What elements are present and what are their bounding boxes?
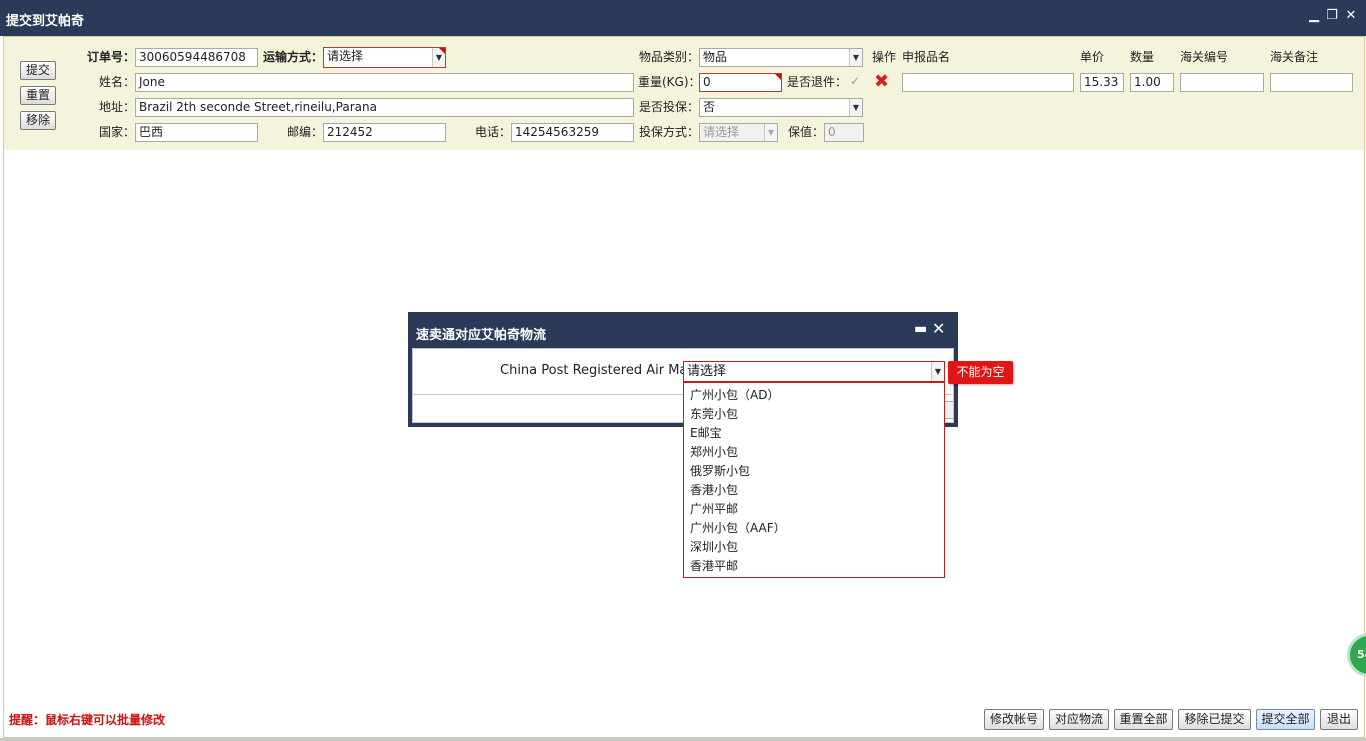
- col-declare-name-header: 申报品名: [902, 50, 951, 64]
- return-checkbox[interactable]: ✓: [850, 75, 863, 88]
- insure-select[interactable]: 否 ▼: [699, 98, 863, 117]
- phone-label: 电话：: [475, 125, 512, 139]
- order-no-field[interactable]: 30060594486708: [135, 48, 258, 67]
- col-op-header: 操作: [872, 50, 897, 64]
- insure-select-value: 否: [703, 100, 716, 114]
- china-post-label: China Post Registered Air Mail:: [500, 363, 699, 378]
- dropdown-option[interactable]: 广州平邮: [690, 500, 738, 518]
- remove-button[interactable]: 移除: [20, 111, 56, 130]
- name-field[interactable]: Jone: [135, 73, 634, 92]
- col-unit-price-header: 单价: [1080, 50, 1105, 64]
- logistics-dropdown-list: 广州小包（AD） 东莞小包 E邮宝 郑州小包 俄罗斯小包 香港小包 广州平邮 广…: [683, 382, 945, 578]
- category-select-value: 物品: [703, 50, 728, 64]
- country-field[interactable]: 巴西: [135, 123, 258, 142]
- logistics-select-value: 请选择: [687, 364, 727, 379]
- unit-price-field[interactable]: 15.33: [1080, 73, 1124, 92]
- dropdown-option[interactable]: 俄罗斯小包: [690, 462, 750, 480]
- dropdown-option[interactable]: 东莞小包: [690, 405, 738, 423]
- address-field[interactable]: Brazil 2th seconde Street,rineilu,Parana: [135, 98, 634, 117]
- dropdown-option[interactable]: 香港小包: [690, 481, 738, 499]
- submit-all-button[interactable]: 提交全部: [1256, 709, 1315, 730]
- dialog-close-icon[interactable]: ✕: [932, 319, 945, 338]
- edit-account-button[interactable]: 修改帐号: [984, 709, 1044, 730]
- required-marker-icon: [775, 74, 781, 80]
- chevron-down-icon[interactable]: ▼: [849, 99, 862, 116]
- insure-method-label: 投保方式：: [639, 125, 700, 139]
- dropdown-option[interactable]: E邮宝: [690, 424, 722, 442]
- window-title: 提交到艾帕奇: [6, 14, 85, 29]
- insure-method-value: 请选择: [703, 125, 740, 139]
- dialog-title: 速卖通对应艾帕奇物流: [416, 328, 547, 343]
- return-label: 是否退件：: [787, 75, 848, 89]
- dropdown-option[interactable]: 郑州小包: [690, 443, 738, 461]
- map-logistics-button[interactable]: 对应物流: [1049, 709, 1109, 730]
- country-label: 国家：: [99, 125, 136, 139]
- col-hs-note-header: 海关备注: [1270, 50, 1319, 64]
- close-icon[interactable]: ✕: [1343, 8, 1359, 24]
- shipping-select-value: 请选择: [327, 49, 364, 63]
- address-label: 地址：: [99, 100, 136, 114]
- required-marker-icon: [439, 48, 445, 54]
- hs-note-field[interactable]: [1270, 73, 1353, 92]
- remove-submitted-button[interactable]: 移除已提交: [1178, 709, 1251, 730]
- restore-icon[interactable]: ❐: [1324, 8, 1340, 24]
- dialog-minimize-icon[interactable]: ▬: [914, 321, 927, 337]
- exit-button[interactable]: 退出: [1320, 709, 1358, 730]
- chevron-down-icon[interactable]: ▼: [764, 124, 777, 141]
- weight-label: 重量(KG)：: [638, 75, 701, 89]
- dropdown-option[interactable]: 广州小包（AAF）: [690, 519, 786, 537]
- dropdown-option[interactable]: 深圳小包: [690, 538, 738, 556]
- insured-value-label: 保值：: [788, 125, 825, 139]
- logistics-select[interactable]: 请选择 ▼: [683, 361, 945, 382]
- name-label: 姓名：: [99, 75, 136, 89]
- category-label: 物品类别：: [639, 50, 700, 64]
- chevron-down-icon[interactable]: ▼: [931, 362, 944, 381]
- validation-error-tooltip: 不能为空: [948, 361, 1013, 384]
- category-select[interactable]: 物品 ▼: [699, 48, 863, 67]
- insure-label: 是否投保：: [639, 100, 700, 114]
- dropdown-option[interactable]: 香港平邮: [690, 557, 738, 575]
- submit-button[interactable]: 提交: [20, 61, 56, 80]
- zip-label: 邮编：: [287, 125, 324, 139]
- col-hs-code-header: 海关编号: [1180, 50, 1229, 64]
- delete-row-icon[interactable]: ✖: [874, 72, 889, 92]
- shipping-label: 运输方式：: [263, 50, 324, 64]
- dropdown-option[interactable]: 广州小包（AD）: [690, 386, 779, 404]
- col-qty-header: 数量: [1130, 50, 1155, 64]
- order-no-label: 订单号：: [87, 50, 136, 64]
- footer-tip: 提醒：鼠标右键可以批量修改: [9, 713, 166, 727]
- shipping-select[interactable]: 请选择 ▼: [323, 47, 446, 68]
- zip-field[interactable]: 212452: [323, 123, 446, 142]
- insure-method-select[interactable]: 请选择 ▼: [699, 123, 778, 142]
- weight-field[interactable]: 0: [699, 73, 782, 92]
- phone-field[interactable]: 14254563259: [511, 123, 634, 142]
- chevron-down-icon[interactable]: ▼: [849, 49, 862, 66]
- qty-field[interactable]: 1.00: [1130, 73, 1174, 92]
- minimize-icon[interactable]: ▁: [1306, 8, 1322, 24]
- weight-value: 0: [703, 75, 711, 89]
- reset-button[interactable]: 重置: [20, 86, 56, 105]
- window-titlebar: 提交到艾帕奇 ▁ ❐ ✕: [0, 0, 1366, 36]
- reset-all-button[interactable]: 重置全部: [1114, 709, 1173, 730]
- declare-name-field[interactable]: [902, 73, 1074, 92]
- hs-code-field[interactable]: [1180, 73, 1264, 92]
- insured-value-field[interactable]: 0: [824, 123, 864, 142]
